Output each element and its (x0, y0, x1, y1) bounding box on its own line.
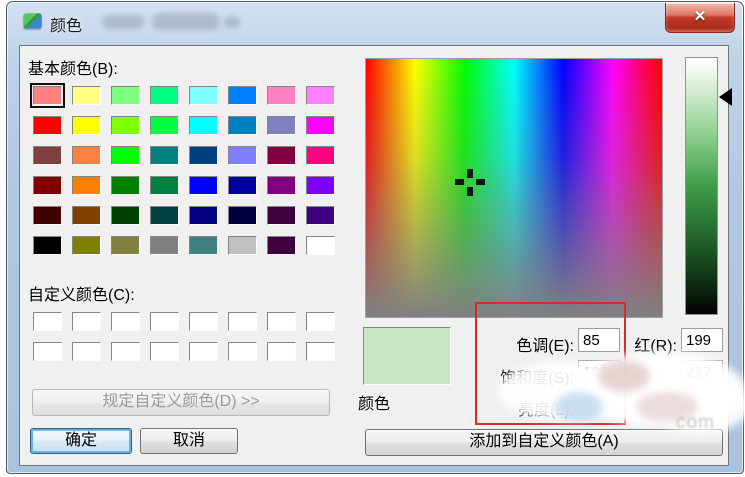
color-swatch[interactable] (306, 176, 335, 195)
watermark-text: com (676, 412, 715, 434)
color-swatch[interactable] (306, 116, 335, 135)
watermark-blob (555, 392, 603, 422)
color-swatch[interactable] (33, 236, 62, 255)
color-swatch[interactable] (228, 236, 257, 255)
luminance-slider-arrow-icon[interactable] (719, 88, 732, 106)
color-swatch[interactable] (111, 86, 140, 105)
color-swatch[interactable] (189, 176, 218, 195)
red-input[interactable] (681, 328, 723, 352)
watermark-blob (598, 360, 650, 392)
color-swatch[interactable] (72, 342, 101, 361)
basic-colors-grid (33, 86, 335, 255)
crosshair-icon (467, 169, 473, 178)
color-swatch[interactable] (306, 312, 335, 331)
color-swatch[interactable] (111, 206, 140, 225)
color-swatch[interactable] (111, 146, 140, 165)
color-swatch[interactable] (150, 206, 179, 225)
blurred-watermark-title (102, 15, 144, 29)
color-swatch[interactable] (189, 342, 218, 361)
color-swatch[interactable] (306, 86, 335, 105)
crosshair-icon (476, 179, 485, 185)
color-swatch[interactable] (72, 236, 101, 255)
color-swatch[interactable] (72, 86, 101, 105)
color-swatch[interactable] (72, 146, 101, 165)
color-swatch[interactable] (33, 206, 62, 225)
crosshair-icon (467, 187, 473, 196)
crosshair-icon (455, 179, 464, 185)
color-swatch[interactable] (228, 146, 257, 165)
window-title: 颜色 (50, 12, 82, 36)
color-swatch[interactable] (150, 312, 179, 331)
color-swatch[interactable] (267, 342, 296, 361)
app-icon (23, 13, 42, 29)
color-swatch[interactable] (306, 206, 335, 225)
hue-saturation-field[interactable] (365, 58, 663, 318)
color-swatch[interactable] (33, 86, 62, 105)
color-swatch[interactable] (72, 312, 101, 331)
color-dialog-screenshot: 颜色 ✕ 基本颜色(B): 自定义颜色(C): 规定自定义颜色(D) >> 确定… (0, 0, 745, 477)
color-swatch[interactable] (72, 206, 101, 225)
add-to-custom-colors-button[interactable]: 添加到自定义颜色(A) (365, 429, 723, 456)
close-icon: ✕ (694, 8, 707, 25)
ok-button[interactable]: 确定 (30, 428, 132, 454)
color-preview (363, 327, 451, 385)
color-swatch[interactable] (228, 176, 257, 195)
color-swatch[interactable] (228, 116, 257, 135)
blurred-watermark-title (224, 16, 240, 28)
define-custom-colors-button[interactable]: 规定自定义颜色(D) >> (32, 389, 330, 416)
color-swatch[interactable] (189, 312, 218, 331)
basic-colors-label: 基本颜色(B): (28, 55, 118, 79)
color-swatch[interactable] (228, 312, 257, 331)
color-swatch[interactable] (189, 146, 218, 165)
color-swatch[interactable] (228, 342, 257, 361)
color-swatch[interactable] (111, 116, 140, 135)
color-swatch[interactable] (150, 176, 179, 195)
color-swatch[interactable] (267, 86, 296, 105)
color-swatch[interactable] (33, 342, 62, 361)
close-button[interactable]: ✕ (665, 3, 735, 33)
color-swatch[interactable] (189, 236, 218, 255)
color-swatch[interactable] (72, 176, 101, 195)
color-swatch[interactable] (150, 86, 179, 105)
color-swatch[interactable] (33, 146, 62, 165)
color-swatch[interactable] (306, 146, 335, 165)
color-swatch[interactable] (150, 116, 179, 135)
color-swatch[interactable] (228, 206, 257, 225)
cancel-button[interactable]: 取消 (140, 428, 238, 454)
color-swatch[interactable] (267, 312, 296, 331)
color-swatch[interactable] (267, 206, 296, 225)
color-swatch[interactable] (111, 176, 140, 195)
color-preview-label: 颜色 (358, 390, 390, 414)
color-swatch[interactable] (33, 176, 62, 195)
color-swatch[interactable] (267, 116, 296, 135)
color-swatch[interactable] (267, 176, 296, 195)
color-swatch[interactable] (228, 86, 257, 105)
color-swatch[interactable] (150, 342, 179, 361)
color-swatch[interactable] (33, 312, 62, 331)
luminance-bar[interactable] (685, 57, 718, 315)
color-swatch[interactable] (189, 86, 218, 105)
color-swatch[interactable] (267, 236, 296, 255)
color-swatch[interactable] (111, 312, 140, 331)
color-swatch[interactable] (306, 342, 335, 361)
color-swatch[interactable] (111, 236, 140, 255)
color-swatch[interactable] (150, 146, 179, 165)
color-swatch[interactable] (267, 146, 296, 165)
blurred-watermark-title (152, 13, 220, 30)
color-swatch[interactable] (189, 206, 218, 225)
color-swatch[interactable] (150, 236, 179, 255)
custom-colors-grid (33, 312, 335, 361)
color-swatch[interactable] (33, 116, 62, 135)
color-swatch[interactable] (111, 342, 140, 361)
color-swatch[interactable] (189, 116, 218, 135)
color-swatch[interactable] (72, 116, 101, 135)
color-swatch[interactable] (306, 236, 335, 255)
custom-colors-label: 自定义颜色(C): (28, 281, 135, 305)
